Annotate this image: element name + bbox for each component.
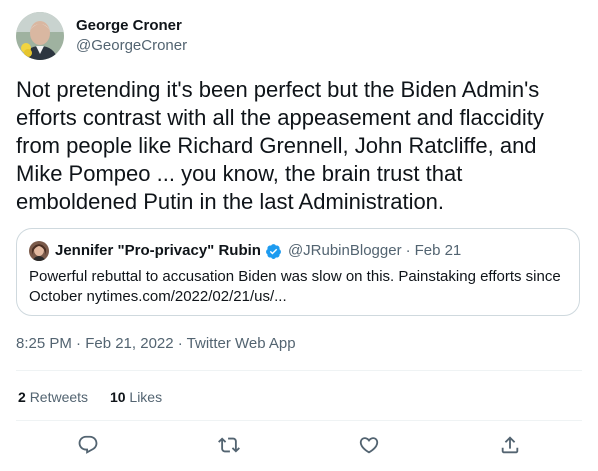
quoted-author-avatar[interactable]: [29, 241, 49, 261]
quoted-author-handle[interactable]: @JRubinBlogger: [288, 241, 402, 261]
quoted-date[interactable]: Feb 21: [415, 241, 462, 261]
likes-label: Likes: [129, 389, 163, 405]
tweet-detail: George Croner @GeorgeCroner Not pretendi…: [0, 0, 598, 471]
divider: [16, 370, 582, 371]
reply-icon: [77, 434, 99, 456]
retweets-count: 2: [18, 389, 26, 405]
reply-button[interactable]: [77, 434, 99, 456]
likes-stat[interactable]: 10 Likes: [110, 388, 162, 406]
author-handle[interactable]: @GeorgeCroner: [76, 36, 187, 55]
quoted-tweet[interactable]: Jennifer "Pro-privacy" Rubin @JRubinBlog…: [16, 228, 580, 316]
author-avatar[interactable]: [16, 12, 64, 60]
tweet-text: Not pretending it's been perfect but the…: [16, 77, 544, 214]
quoted-author-name[interactable]: Jennifer "Pro-privacy" Rubin: [55, 241, 261, 261]
retweets-label: Retweets: [29, 389, 89, 405]
meta-separator: ·: [173, 335, 187, 352]
quoted-tweet-text: Powerful rebuttal to accusation Biden wa…: [29, 268, 561, 305]
retweet-icon: [218, 434, 240, 456]
share-icon: [499, 434, 521, 456]
tweet-meta: 8:25 PM · Feb 21, 2022 · Twitter Web App: [16, 334, 296, 354]
tweet-timestamp[interactable]: 8:25 PM · Feb 21, 2022: [16, 335, 174, 352]
likes-count: 10: [109, 389, 126, 405]
author-name[interactable]: George Croner: [76, 16, 182, 35]
tweet-source-app[interactable]: Twitter Web App: [187, 335, 296, 352]
like-button[interactable]: [358, 434, 380, 456]
retweet-button[interactable]: [218, 434, 240, 456]
share-button[interactable]: [499, 434, 521, 456]
divider: [16, 420, 582, 421]
retweets-stat[interactable]: 2 Retweets: [18, 388, 88, 406]
quoted-separator: ·: [405, 242, 411, 259]
tweet-stats: 2 Retweets 10 Likes: [18, 388, 180, 406]
quoted-header: Jennifer "Pro-privacy" Rubin @JRubinBlog…: [55, 241, 461, 261]
like-icon: [358, 434, 380, 456]
verified-badge-icon: [265, 243, 282, 260]
